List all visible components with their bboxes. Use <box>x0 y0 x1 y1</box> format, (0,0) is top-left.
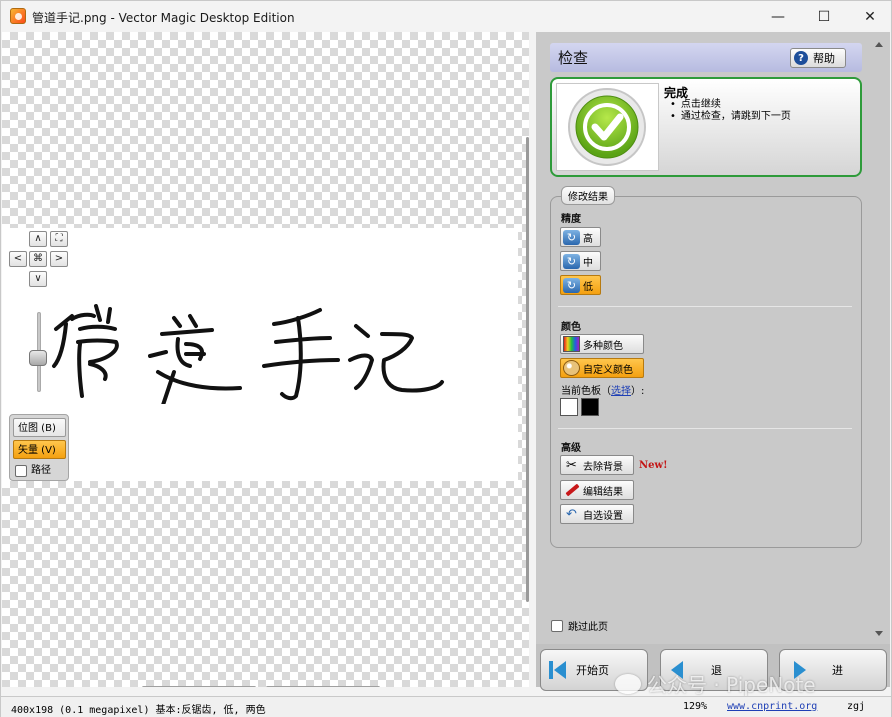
palette-paren-close: ）: <box>631 386 645 397</box>
panel-scrollbar[interactable] <box>872 39 886 639</box>
canvas-horizontal-scrollbar-left[interactable] <box>142 686 256 687</box>
done-image <box>556 83 659 171</box>
app-icon <box>10 8 26 24</box>
pan-down-button[interactable]: ∨ <box>29 271 47 287</box>
precision-medium-label: 中 <box>583 257 593 269</box>
maximize-button[interactable]: ☐ <box>801 1 847 32</box>
multi-color-label: 多种颜色 <box>583 340 623 352</box>
watermark-text: 公众号 · PipeNote <box>647 673 816 697</box>
step-header: 检查 ? 帮助 <box>550 43 862 72</box>
status-image-info: 400x198 (0.1 megapixel) 基本:反锯齿, 低, 两色 <box>11 705 266 716</box>
done-bullet: 点击继续 <box>670 99 791 111</box>
new-badge: New! <box>639 460 668 471</box>
multi-color-button[interactable]: 多种颜色 <box>560 334 644 354</box>
custom-color-label: 自定义颜色 <box>583 364 633 376</box>
precision-low-button[interactable]: ↻ 低 <box>560 275 601 295</box>
wechat-icon <box>615 673 641 694</box>
precision-low-label: 低 <box>583 281 593 293</box>
skip-page-toggle[interactable]: 跳过此页 <box>551 618 608 633</box>
pan-right-button[interactable]: > <box>50 251 68 267</box>
color-label: 颜色 <box>561 322 581 333</box>
watermark: 公众号 · PipeNote <box>615 669 816 698</box>
skip-page-checkbox[interactable] <box>551 619 563 632</box>
canvas-horizontal-scrollbar-right[interactable] <box>266 686 380 687</box>
app-window: 管道手记.png - Vector Magic Desktop Edition … <box>0 0 892 717</box>
edit-result-button[interactable]: 编辑结果 <box>560 480 634 500</box>
next-label: 进 <box>832 664 843 677</box>
pencil-icon <box>563 482 580 498</box>
pan-left-button[interactable]: < <box>9 251 27 267</box>
done-bullets: 点击继续 通过检查，请跳到下一页 <box>670 99 791 123</box>
signature-vector-image <box>52 304 444 404</box>
remove-background-label: 去除背景 <box>583 461 623 473</box>
precision-high-button[interactable]: ↻ 高 <box>560 227 601 247</box>
section-divider <box>558 306 852 307</box>
edit-result-label: 编辑结果 <box>583 486 623 498</box>
refresh-icon: ↻ <box>563 253 580 269</box>
minimize-button[interactable]: — <box>755 1 801 32</box>
custom-settings-button[interactable]: ↶ 自选设置 <box>560 504 634 524</box>
paths-label: 路径 <box>31 465 51 476</box>
status-zoom: 129% <box>683 701 708 712</box>
swatch-black[interactable] <box>581 398 599 416</box>
view-bitmap-button[interactable]: 位图 (B) <box>13 418 66 437</box>
view-mode-panel: 位图 (B) 矢量 (V) 路径 <box>9 414 69 481</box>
palette-icon <box>563 360 580 376</box>
precision-label: 精度 <box>561 214 581 225</box>
help-icon: ? <box>794 51 808 65</box>
done-box: 完成 点击继续 通过检查，请跳到下一页 <box>550 77 862 177</box>
fit-view-button[interactable]: ⛶ <box>50 231 68 247</box>
center-view-button[interactable]: ⌘ <box>29 251 47 267</box>
preview-canvas[interactable]: ∧ ⛶ < ⌘ > ∨ 位图 (B) 矢量 (V) 路径 <box>2 32 529 687</box>
spectrum-icon <box>563 336 580 352</box>
view-paths-toggle[interactable]: 路径 <box>13 461 66 480</box>
scissors-icon: ✂ <box>566 457 577 473</box>
help-button[interactable]: ? 帮助 <box>790 48 846 68</box>
window-title: 管道手记.png - Vector Magic Desktop Edition <box>32 11 295 25</box>
step-title: 检查 <box>558 49 589 67</box>
section-divider <box>558 428 852 429</box>
palette-paren-open: （ <box>601 386 611 397</box>
custom-color-button[interactable]: 自定义颜色 <box>560 358 644 378</box>
title-bar: 管道手记.png - Vector Magic Desktop Edition … <box>1 1 891 32</box>
done-bullet: 通过检查，请跳到下一页 <box>670 111 791 123</box>
canvas-vertical-scrollbar[interactable] <box>526 137 529 602</box>
advanced-label: 高级 <box>561 443 581 454</box>
skip-page-label: 跳过此页 <box>568 622 608 633</box>
refresh-icon: ↻ <box>563 229 580 245</box>
palette-select-link[interactable]: 选择 <box>611 386 631 397</box>
help-label: 帮助 <box>813 52 835 65</box>
modify-results-legend: 修改结果 <box>561 186 615 205</box>
home-arrow-icon <box>549 661 566 679</box>
swatch-white[interactable] <box>560 398 578 416</box>
precision-medium-button[interactable]: ↻ 中 <box>560 251 601 271</box>
undo-arrow-icon: ↶ <box>566 506 577 522</box>
view-vector-button[interactable]: 矢量 (V) <box>13 440 66 459</box>
custom-settings-label: 自选设置 <box>583 510 623 522</box>
paths-checkbox[interactable] <box>15 464 27 477</box>
zoom-slider-thumb[interactable] <box>29 350 47 366</box>
refresh-icon: ↻ <box>563 277 580 293</box>
precision-high-label: 高 <box>583 233 593 245</box>
palette-label: 当前色板 <box>561 386 601 397</box>
palette-row: 当前色板（选择）: <box>561 382 644 397</box>
close-button[interactable]: ✕ <box>847 1 892 32</box>
status-user: zgj <box>847 701 866 712</box>
remove-background-button[interactable]: ✂ 去除背景 <box>560 455 634 475</box>
home-page-label: 开始页 <box>576 664 609 677</box>
status-website-link[interactable]: www.cnprint.org <box>727 701 817 712</box>
pan-up-button[interactable]: ∧ <box>29 231 47 247</box>
checkmark-icon <box>568 88 646 166</box>
status-bar: 400x198 (0.1 megapixel) 基本:反锯齿, 低, 两色 12… <box>1 696 891 717</box>
